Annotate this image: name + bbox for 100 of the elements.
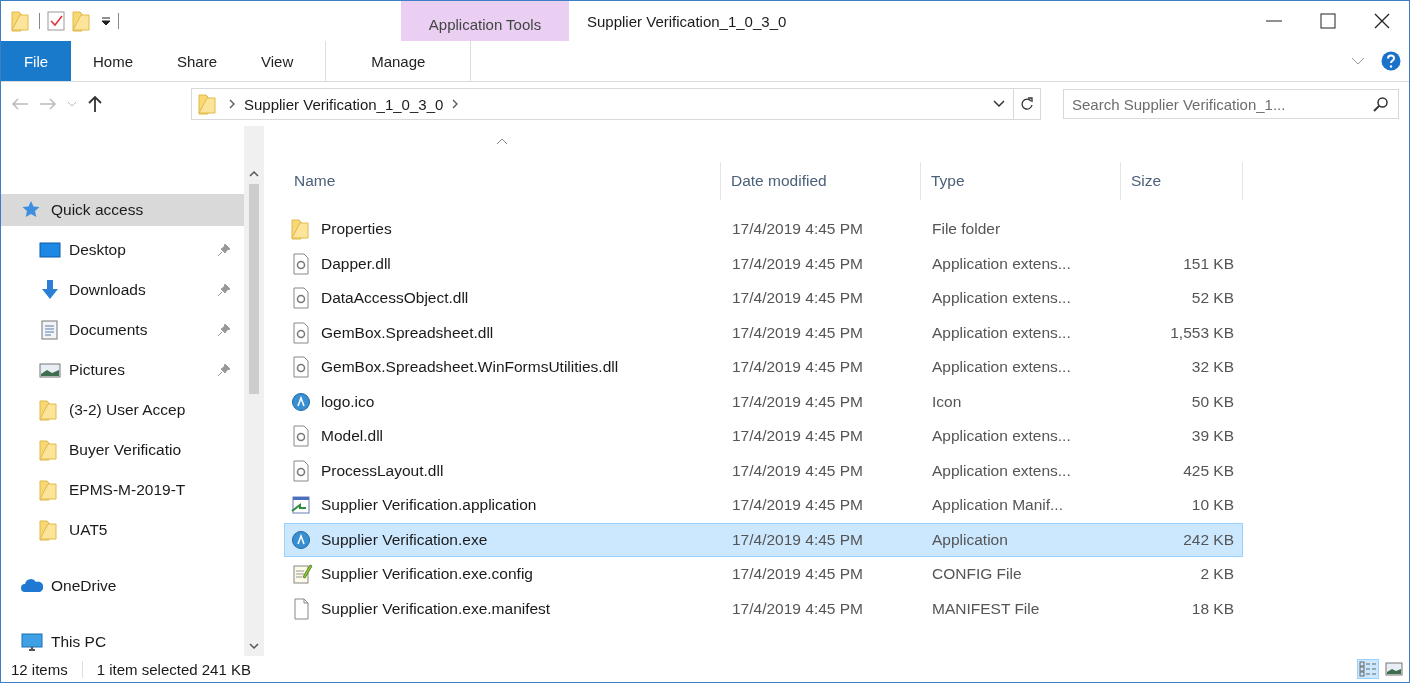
navigation-item[interactable]: (3-2) User Accep — [1, 390, 244, 430]
type-cell-text: File folder — [931, 220, 1002, 239]
search-icon[interactable] — [1373, 96, 1389, 112]
size-cell: 151 KB — [1183, 254, 1234, 272]
item-count: 12 items — [11, 660, 83, 678]
file-name: GemBox.Spreadsheet.WinFormsUtilities.dll — [321, 358, 619, 377]
chevron-up-icon — [249, 170, 259, 178]
close-icon[interactable] — [1373, 12, 1391, 30]
navigation-item[interactable]: Quick access — [1, 194, 244, 226]
large-icons-view-icon — [1385, 661, 1403, 677]
navigation-item[interactable]: EPMS-M-2019-T — [1, 470, 244, 510]
navigation-item[interactable]: Desktop — [1, 230, 244, 270]
ribbon-tab[interactable]: Home — [71, 41, 155, 81]
navigation-item[interactable]: Buyer Verificatio — [1, 430, 244, 470]
size-cell: 50 KB — [1191, 392, 1234, 410]
checklist-icon — [46, 10, 66, 32]
file-name: logo.ico — [321, 392, 375, 411]
back-arrow-icon[interactable] — [11, 97, 29, 111]
file-row[interactable]: Properties 17/4/2019 4:45 PM File folder — [284, 212, 1243, 247]
app-icon — [291, 528, 313, 551]
file-row[interactable]: ProcessLayout.dll 17/4/2019 4:45 PM Application extens... 425 KB — [284, 453, 1243, 488]
date-cell-text: 17/4/2019 4:45 PM — [731, 289, 864, 308]
date-cell-text: 17/4/2019 4:45 PM — [731, 323, 864, 342]
column-header[interactable]: Date modified — [721, 162, 921, 200]
ribbon-tab[interactable]: Manage — [325, 41, 472, 81]
date-cell-text: 17/4/2019 4:45 PM — [731, 392, 864, 411]
navigation-item[interactable]: UAT5 — [1, 510, 244, 550]
navigation-item[interactable]: This PC — [1, 622, 244, 662]
size-cell: 18 KB — [1191, 599, 1234, 617]
up-arrow-icon[interactable] — [87, 95, 103, 113]
type-cell-text: Icon — [931, 392, 963, 411]
file-name: ProcessLayout.dll — [321, 461, 444, 480]
file-name: DataAccessObject.dll — [321, 289, 469, 308]
notepad-icon — [291, 563, 313, 586]
type-cell-text: Application extens... — [931, 289, 1072, 308]
file-name: Dapper.dll — [321, 254, 391, 273]
monitor-icon — [21, 631, 43, 653]
date-cell-text: 17/4/2019 4:45 PM — [731, 358, 864, 377]
type-cell-text: Application extens... — [931, 461, 1072, 480]
navigation-item[interactable]: Downloads — [1, 270, 244, 310]
file-name: GemBox.Spreadsheet.dll — [321, 323, 494, 342]
size-cell: 1,553 KB — [1170, 323, 1234, 341]
ribbon-tab[interactable]: Share — [155, 41, 240, 81]
desktop-icon — [39, 239, 61, 261]
file-row[interactable]: DataAccessObject.dll 17/4/2019 4:45 PM Application extens... 52 KB — [284, 281, 1243, 316]
selection-info: 1 item selected 241 KB — [96, 660, 251, 678]
type-cell-text: CONFIG File — [931, 565, 1023, 584]
navigation-item[interactable]: Pictures — [1, 350, 244, 390]
type-cell-text: Application extens... — [931, 323, 1072, 342]
date-cell-text: 17/4/2019 4:45 PM — [731, 496, 864, 515]
size-cell: 32 KB — [1191, 358, 1234, 376]
type-cell-text: Application extens... — [931, 254, 1072, 273]
refresh-icon[interactable] — [1020, 96, 1034, 112]
size-cell: 425 KB — [1183, 461, 1234, 479]
file-name: Model.dll — [321, 427, 384, 446]
size-cell: 2 KB — [1200, 565, 1234, 583]
contextual-tab-label: Application Tools — [401, 1, 569, 41]
chevron-down-icon[interactable] — [993, 99, 1005, 109]
size-cell: 52 KB — [1191, 289, 1234, 307]
date-cell-text: 17/4/2019 4:45 PM — [731, 530, 864, 549]
file-row[interactable]: GemBox.Spreadsheet.dll 17/4/2019 4:45 PM Application extens... 1,553 KB — [284, 315, 1243, 350]
file-row[interactable]: Supplier Verification.application 17/4/2019 4:45 PM Application Manif... 10 KB — [284, 488, 1243, 523]
breadcrumb-segment[interactable]: Supplier Verification_1_0_3_0 — [244, 95, 444, 113]
chevron-down-icon — [249, 642, 259, 650]
file-row[interactable]: Supplier Verification.exe.config 17/4/2019 4:45 PM CONFIG File 2 KB — [284, 557, 1243, 592]
file-row[interactable]: Model.dll 17/4/2019 4:45 PM Application extens... 39 KB — [284, 419, 1243, 454]
navigation-item[interactable]: OneDrive — [1, 566, 244, 606]
address-bar[interactable]: Supplier Verification_1_0_3_0 — [191, 88, 1041, 120]
arrow-document-icon — [291, 494, 313, 517]
navigation-item[interactable]: Documents — [1, 310, 244, 350]
search-field[interactable]: Search Supplier Verification_1... — [1063, 89, 1399, 119]
forward-arrow-icon[interactable] — [39, 97, 57, 111]
scrollbar-thumb[interactable] — [249, 184, 259, 394]
ribbon-tab[interactable]: File — [1, 41, 71, 81]
file-name: Supplier Verification.exe — [321, 530, 488, 549]
type-cell-text: Application — [931, 530, 1009, 549]
file-row[interactable]: Supplier Verification.exe 17/4/2019 4:45 PM Application 242 KB — [284, 522, 1243, 557]
maximize-icon[interactable] — [1319, 12, 1337, 30]
date-cell-text: 17/4/2019 4:45 PM — [731, 461, 864, 480]
type-cell-text: Application extens... — [931, 358, 1072, 377]
view-button[interactable] — [1357, 659, 1379, 679]
scrollbar[interactable] — [244, 126, 264, 656]
file-row[interactable]: GemBox.Spreadsheet.WinFormsUtilities.dll 17/4/2019 4:45 PM Application extens... 32 KB — [284, 350, 1243, 385]
file-row[interactable]: Dapper.dll 17/4/2019 4:45 PM Application extens... 151 KB — [284, 246, 1243, 281]
file-row[interactable]: Supplier Verification.exe.manifest 17/4/2019 4:45 PM MANIFEST File 18 KB — [284, 591, 1243, 626]
file-row[interactable]: logo.ico 17/4/2019 4:45 PM Icon 50 KB — [284, 384, 1243, 419]
help-icon[interactable] — [1381, 51, 1401, 71]
document-icon — [39, 319, 61, 341]
date-cell-text: 17/4/2019 4:45 PM — [731, 220, 864, 239]
column-header[interactable]: Type — [921, 162, 1121, 200]
down-arrow-icon — [39, 279, 61, 301]
column-header[interactable]: Name — [284, 162, 721, 200]
ribbon-tab[interactable]: View — [239, 41, 316, 81]
file-name: Supplier Verification.exe.config — [321, 565, 533, 584]
size-cell: 242 KB — [1183, 530, 1234, 548]
type-cell-text: MANIFEST File — [931, 599, 1041, 618]
dropdown-icon[interactable] — [100, 15, 112, 27]
column-header[interactable]: Size — [1121, 162, 1243, 200]
file-name: Supplier Verification.exe.manifest — [321, 599, 551, 618]
view-button[interactable] — [1383, 659, 1405, 679]
